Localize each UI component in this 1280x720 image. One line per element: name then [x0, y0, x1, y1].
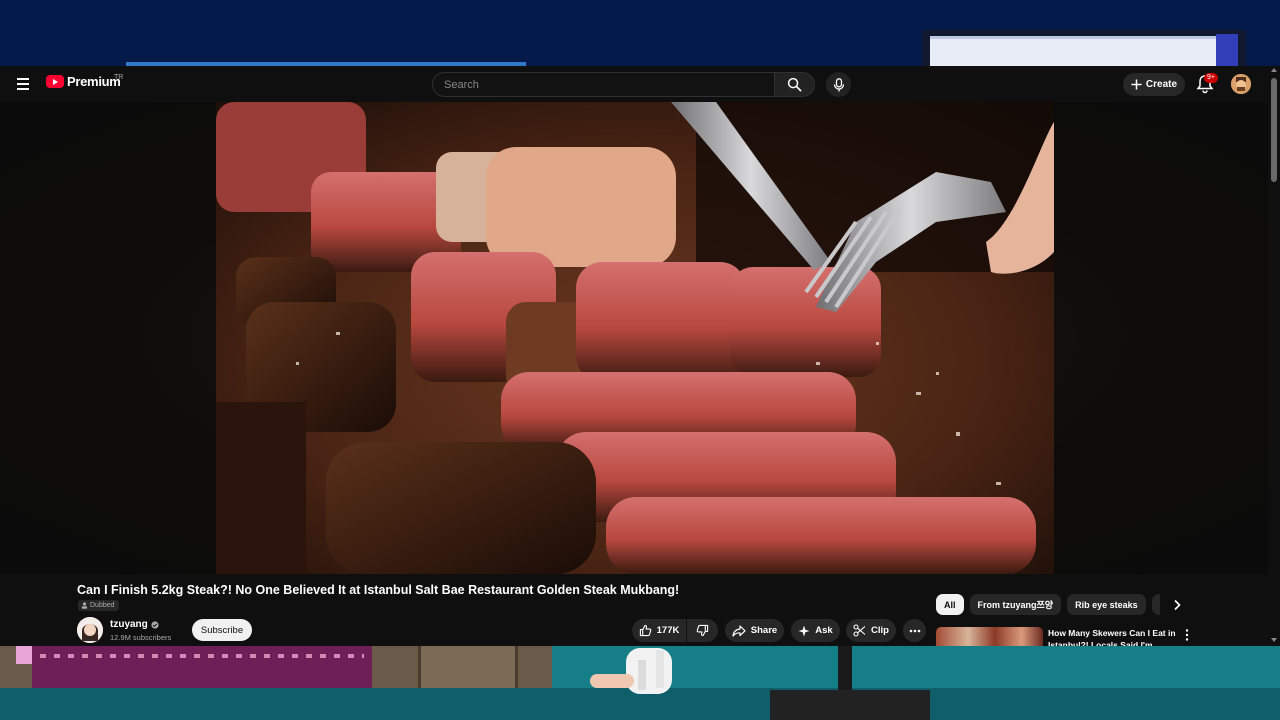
pixel-cat-sprite: [590, 648, 672, 694]
search-icon: [787, 77, 802, 92]
plus-icon: [1131, 79, 1142, 90]
clip-label: Clip: [871, 625, 889, 636]
create-label: Create: [1145, 79, 1178, 90]
dubbed-badge: Dubbed: [78, 600, 119, 611]
like-count: 177K: [656, 625, 680, 636]
menu-button[interactable]: [14, 75, 32, 93]
person-icon: [81, 602, 88, 609]
verified-icon: [151, 620, 159, 629]
pixel-door: [418, 646, 518, 688]
video-frame-steak[interactable]: [216, 102, 1054, 574]
dubbed-label: Dubbed: [90, 602, 115, 609]
desktop-background-bottom: [0, 646, 1280, 720]
page-scrollbar[interactable]: [1268, 66, 1280, 646]
chip-rib-eye-steaks[interactable]: Rib eye steaks: [1067, 594, 1146, 615]
pixel-magenta-panel: [32, 646, 372, 688]
desktop-background-top: [0, 0, 1280, 68]
pixel-pink-block: [16, 646, 32, 664]
more-horizontal-icon: [909, 629, 920, 632]
chip-for[interactable]: For: [1151, 594, 1160, 615]
chevron-right-icon[interactable]: [1170, 598, 1184, 612]
notifications-badge: 9+: [1204, 73, 1218, 83]
pixel-machine-base: [770, 690, 930, 720]
country-code: TR: [114, 74, 124, 81]
desktop-pixel-sign: [922, 30, 1246, 68]
clip-button[interactable]: Clip: [846, 619, 896, 642]
chip-from-channel[interactable]: From tzuyang쯔양: [969, 594, 1062, 615]
create-button[interactable]: Create: [1123, 73, 1185, 96]
youtube-play-icon: [46, 75, 64, 88]
ask-button[interactable]: Ask: [791, 619, 840, 642]
more-vertical-icon[interactable]: [1183, 628, 1191, 642]
search-box: [432, 72, 775, 97]
more-actions-button[interactable]: [903, 619, 926, 642]
recommended-video-thumbnail[interactable]: [936, 627, 1043, 646]
share-label: Share: [750, 625, 778, 636]
masthead: Premium TR Create: [0, 66, 1268, 102]
youtube-window: Premium TR Create: [0, 66, 1280, 646]
search-input[interactable]: [433, 73, 774, 96]
search-button[interactable]: [774, 72, 815, 97]
chip-all[interactable]: All: [936, 594, 964, 615]
scrollbar-thumb[interactable]: [1271, 78, 1277, 182]
share-button[interactable]: Share: [725, 619, 784, 642]
channel-name-text: tzuyang: [110, 619, 148, 630]
dislike-button[interactable]: [687, 619, 718, 642]
channel-name[interactable]: tzuyang: [110, 619, 159, 630]
recommended-video-title[interactable]: How Many Skewers Can I Eat in Istanbul?!…: [1048, 627, 1178, 646]
like-button[interactable]: 177K: [632, 619, 686, 642]
subscribe-button[interactable]: Subscribe: [192, 619, 252, 641]
subscriber-count: 12.9M subscribers: [110, 633, 172, 642]
logo-text: Premium: [67, 74, 121, 89]
share-arrow-icon: [732, 624, 746, 637]
related-filter-chips: All From tzuyang쯔양 Rib eye steaks For: [936, 594, 1160, 616]
ask-label: Ask: [815, 625, 833, 636]
user-avatar[interactable]: [1231, 74, 1251, 94]
scissors-icon: [853, 624, 866, 637]
video-player[interactable]: [0, 102, 1268, 574]
voice-search-button[interactable]: [826, 72, 851, 97]
sparkle-icon: [798, 625, 810, 636]
channel-avatar[interactable]: [77, 617, 103, 643]
video-title: Can I Finish 5.2kg Steak?! No One Believ…: [77, 583, 680, 597]
youtube-premium-logo[interactable]: Premium: [46, 74, 121, 89]
microphone-icon: [833, 77, 844, 91]
thumbs-down-icon: [696, 624, 709, 637]
thumbs-up-icon: [639, 624, 651, 637]
